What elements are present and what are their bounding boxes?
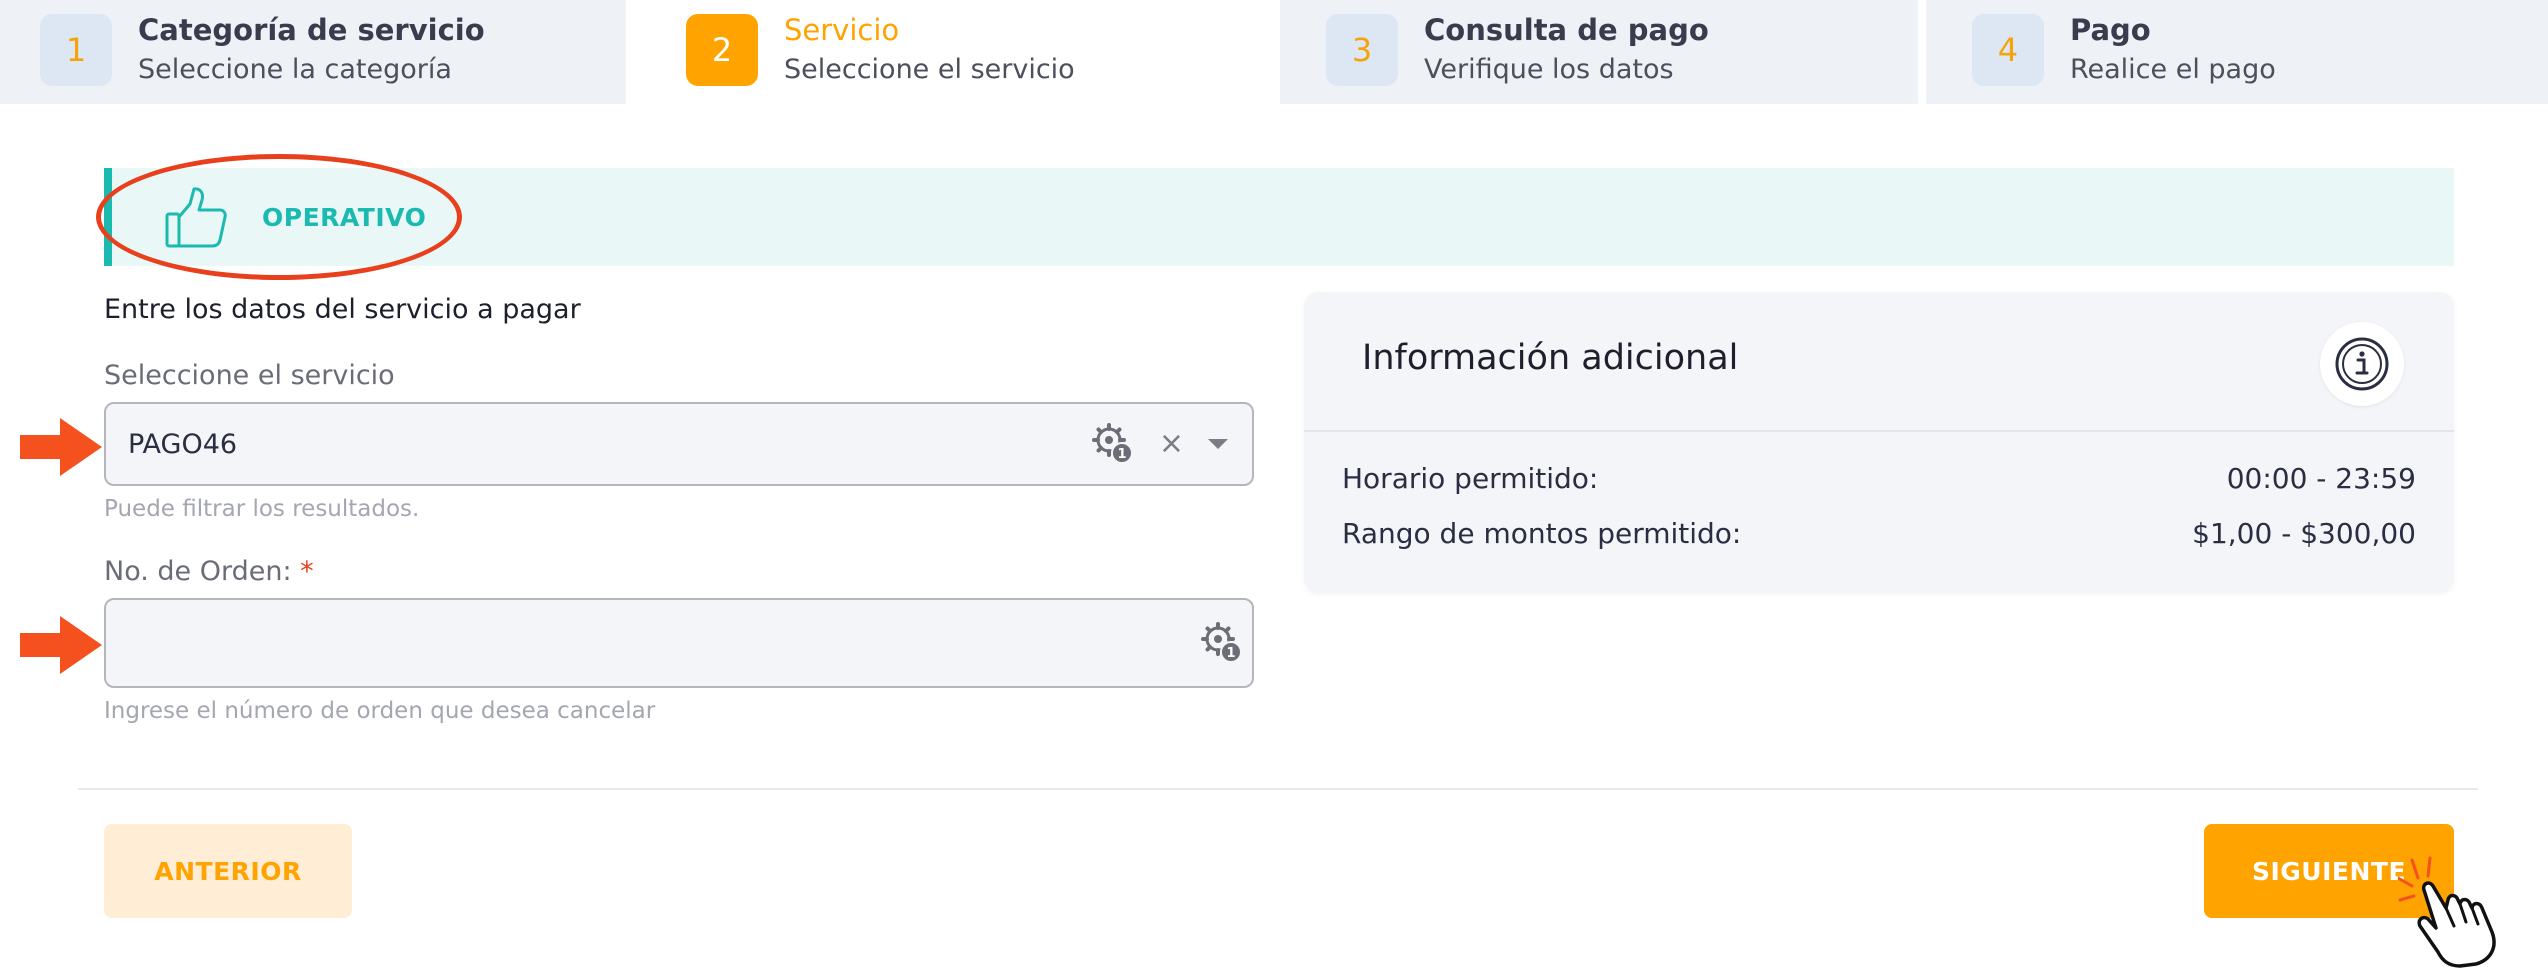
order-label: No. de Orden: *: [104, 556, 314, 587]
prev-button[interactable]: ANTERIOR: [104, 824, 352, 918]
order-number-field[interactable]: 1: [104, 598, 1254, 688]
step-consulta[interactable]: 3 Consulta de pago Verifique los datos: [1280, 0, 1918, 104]
chevron-down-icon[interactable]: [1208, 439, 1228, 449]
step-servicio[interactable]: 2 Servicio Seleccione el servicio: [634, 0, 1272, 104]
step-title: Consulta de pago: [1424, 13, 1709, 47]
step-categoria[interactable]: 1 Categoría de servicio Seleccione la ca…: [0, 0, 626, 104]
step-title: Servicio: [784, 13, 900, 47]
form-heading: Entre los datos del servicio a pagar: [104, 294, 581, 325]
order-number-input[interactable]: [106, 600, 1200, 686]
annotation-ellipse: [96, 154, 462, 280]
info-divider: [1304, 430, 2454, 432]
step-title: Pago: [2069, 13, 2151, 47]
service-label: Seleccione el servicio: [104, 360, 395, 391]
info-row-label: Rango de montos permitido:: [1342, 517, 1742, 550]
step-number: 3: [1326, 14, 1398, 86]
step-subtitle: Seleccione la categoría: [138, 54, 452, 85]
info-card: Información adicional Horario permitido:…: [1304, 292, 2454, 592]
step-number: 2: [686, 14, 758, 86]
step-pago[interactable]: 4 Pago Realice el pago: [1925, 0, 2548, 104]
arrow-right-icon: [20, 418, 102, 476]
info-row-horario: Horario permitido: 00:00 - 23:59: [1342, 462, 2416, 495]
stepper: 1 Categoría de servicio Seleccione la ca…: [0, 0, 2548, 104]
service-helper: Puede filtrar los resultados.: [104, 496, 420, 522]
required-mark: *: [300, 556, 314, 587]
info-row-label: Horario permitido:: [1342, 462, 1599, 495]
info-row-montos: Rango de montos permitido: $1,00 - $300,…: [1342, 517, 2416, 550]
footer-divider: [78, 788, 2478, 790]
service-select[interactable]: PAGO46 1 ×: [104, 402, 1254, 486]
settings-badge-icon[interactable]: 1: [1091, 422, 1135, 466]
step-number: 1: [40, 14, 112, 86]
info-row-value: 00:00 - 23:59: [2226, 462, 2416, 495]
arrow-right-icon: [20, 616, 102, 674]
svg-text:1: 1: [1117, 447, 1126, 462]
info-icon: [2335, 337, 2389, 391]
info-title: Información adicional: [1362, 338, 1739, 378]
step-number: 4: [1971, 14, 2044, 86]
step-subtitle: Realice el pago: [2069, 54, 2276, 85]
info-row-value: $1,00 - $300,00: [2192, 517, 2416, 550]
svg-text:1: 1: [1226, 646, 1235, 661]
service-select-value: PAGO46: [128, 428, 238, 460]
order-helper: Ingrese el número de orden que desea can…: [104, 698, 656, 724]
settings-badge-icon[interactable]: 1: [1200, 621, 1244, 665]
clear-icon[interactable]: ×: [1159, 429, 1184, 459]
step-title: Categoría de servicio: [138, 13, 485, 47]
step-subtitle: Verifique los datos: [1424, 54, 1674, 85]
click-cursor-icon: [2398, 856, 2496, 968]
order-label-text: No. de Orden:: [104, 556, 292, 587]
step-subtitle: Seleccione el servicio: [784, 54, 1075, 85]
info-button[interactable]: [2320, 322, 2404, 406]
